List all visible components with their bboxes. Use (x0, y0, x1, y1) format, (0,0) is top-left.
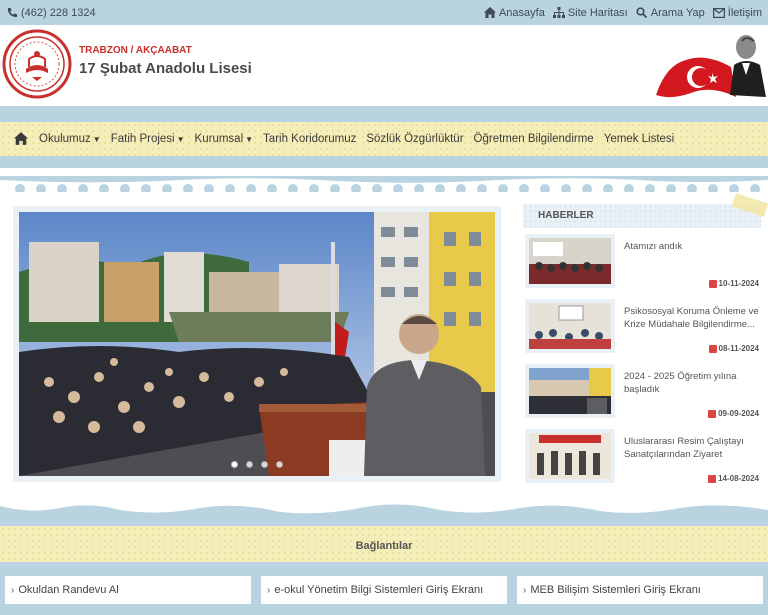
nav-item-ogretmen[interactable]: Öğretmen Bilgilendirme (469, 133, 599, 145)
caret-down-icon: ▼ (176, 134, 185, 144)
image-slider-frame (13, 206, 501, 482)
news-thumbnail[interactable] (525, 299, 615, 353)
nav-item-okulumuz[interactable]: Okulumuz ▼ (34, 133, 106, 145)
news-panel: HABERLER Atamızı andık 10-11-2024 Psikos… (523, 193, 768, 484)
link-randevu[interactable]: › Okuldan Randevu Al (5, 576, 251, 604)
top-link-label: Arama Yap (650, 6, 705, 19)
link-label: MEB Bilişim Sistemleri Giriş Ekranı (530, 584, 701, 596)
news-heading-label: HABERLER (538, 210, 594, 221)
news-thumbnail[interactable] (525, 364, 615, 418)
top-link-contact[interactable]: İletişim (712, 6, 762, 19)
link-label: e-okul Yönetim Bilgi Sistemleri Giriş Ek… (274, 584, 484, 596)
news-item[interactable]: 2024 - 2025 Öğretim yılına başladık 09-0… (523, 362, 761, 418)
search-icon (636, 7, 648, 19)
links-heading-band: Bağlantılar (0, 526, 768, 562)
news-thumbnail[interactable] (525, 429, 615, 483)
content-area: HABERLER Atamızı andık 10-11-2024 Psikos… (0, 168, 768, 518)
news-date-label: 08-11-2024 (718, 344, 759, 353)
nav-item-yemek[interactable]: Yemek Listesi (599, 133, 680, 145)
news-item[interactable]: Psikososyal Koruma Önleme ve Krize Müdah… (523, 297, 761, 353)
school-name[interactable]: 17 Şubat Anadolu Lisesi (79, 60, 252, 77)
calendar-icon (708, 474, 717, 483)
slider-dot[interactable] (261, 461, 268, 468)
slide-photo (19, 212, 495, 476)
top-bar: (462) 228 1324 Anasayfa Site Haritası Ar… (0, 0, 768, 25)
link-e-okul[interactable]: › e-okul Yönetim Bilgi Sistemleri Giriş … (261, 576, 507, 604)
slider-dot[interactable] (276, 461, 283, 468)
site-header: TRABZON / AKÇAABAT 17 Şubat Anadolu Lise… (0, 25, 768, 106)
tape-decoration (731, 193, 768, 217)
mail-icon (712, 7, 725, 19)
top-link-label: İletişim (727, 6, 762, 19)
meb-logo[interactable] (2, 29, 72, 99)
top-link-home[interactable]: Anasayfa (483, 6, 545, 19)
link-meb-bilisim[interactable]: › MEB Bilişim Sistemleri Giriş Ekranı (517, 576, 763, 604)
news-date: 08-11-2024 (708, 344, 759, 353)
nav-item-label: Okulumuz (39, 133, 91, 145)
nav-wrapper: Okulumuz ▼ Fatih Projesi ▼ Kurumsal ▼ Tarih… (0, 106, 768, 168)
nav-item-label: Sözlük Özgürlüktür (366, 133, 464, 145)
news-item[interactable]: Uluslararası Resim Çalıştayı Sanatçıları… (523, 427, 761, 483)
top-link-label: Anasayfa (498, 6, 545, 19)
school-region: TRABZON / AKÇAABAT (79, 45, 192, 56)
calendar-icon (708, 344, 717, 353)
news-item[interactable]: Atamızı andık 10-11-2024 (523, 232, 761, 288)
link-label: Okuldan Randevu Al (18, 584, 119, 596)
news-title[interactable]: 2024 - 2025 Öğretim yılına başladık (624, 370, 759, 396)
news-date-label: 14-08-2024 (718, 474, 759, 483)
chevron-right-icon: › (523, 584, 527, 596)
nav-item-label: Kurumsal (194, 133, 244, 145)
caret-down-icon: ▼ (92, 134, 101, 144)
home-icon (483, 7, 496, 19)
phone-number: (462) 228 1324 (21, 6, 96, 19)
news-date: 14-08-2024 (708, 474, 759, 483)
nav-item-label: Fatih Projesi (110, 133, 175, 145)
nav-item-tarih-koridorumuz[interactable]: Tarih Koridorumuz (258, 133, 361, 145)
caret-down-icon: ▼ (245, 134, 254, 144)
chevron-right-icon: › (267, 584, 271, 596)
paper-holes-decoration (0, 176, 768, 192)
home-icon[interactable] (14, 132, 28, 146)
slider-dots (19, 461, 495, 468)
ataturk-flag-image (646, 25, 768, 106)
nav-item-label: Tarih Koridorumuz (263, 133, 357, 145)
nav-item-label: Öğretmen Bilgilendirme (473, 133, 594, 145)
news-date: 09-09-2024 (708, 409, 759, 418)
nav-item-label: Yemek Listesi (603, 133, 675, 145)
torn-edge-decoration (0, 504, 768, 518)
phone-info: (462) 228 1324 (6, 7, 96, 19)
calendar-icon (708, 409, 717, 418)
news-date-label: 09-09-2024 (718, 409, 759, 418)
news-thumbnail[interactable] (525, 234, 615, 288)
news-date: 10-11-2024 (708, 279, 759, 288)
image-slider[interactable] (19, 212, 495, 476)
nav-item-sozluk[interactable]: Sözlük Özgürlüktür (361, 133, 468, 145)
news-title[interactable]: Psikososyal Koruma Önleme ve Krize Müdah… (624, 305, 759, 331)
phone-icon (6, 7, 18, 19)
slider-dot[interactable] (231, 461, 238, 468)
slider-dot[interactable] (246, 461, 253, 468)
calendar-icon (708, 279, 717, 288)
chevron-right-icon: › (11, 584, 15, 596)
nav-item-fatih-projesi[interactable]: Fatih Projesi ▼ (106, 133, 190, 145)
news-heading: HABERLER (523, 193, 768, 228)
top-link-label: Site Haritası (567, 6, 628, 19)
top-link-search[interactable]: Arama Yap (636, 7, 705, 19)
news-title[interactable]: Atamızı andık (624, 240, 759, 253)
top-link-sitemap[interactable]: Site Haritası (552, 6, 628, 19)
news-title[interactable]: Uluslararası Resim Çalıştayı Sanatçıları… (624, 435, 759, 461)
links-heading: Bağlantılar (355, 540, 413, 552)
nav-item-kurumsal[interactable]: Kurumsal ▼ (190, 133, 259, 145)
news-date-label: 10-11-2024 (718, 279, 759, 288)
main-nav: Okulumuz ▼ Fatih Projesi ▼ Kurumsal ▼ Tarih… (0, 122, 768, 156)
sitemap-icon (552, 7, 565, 19)
